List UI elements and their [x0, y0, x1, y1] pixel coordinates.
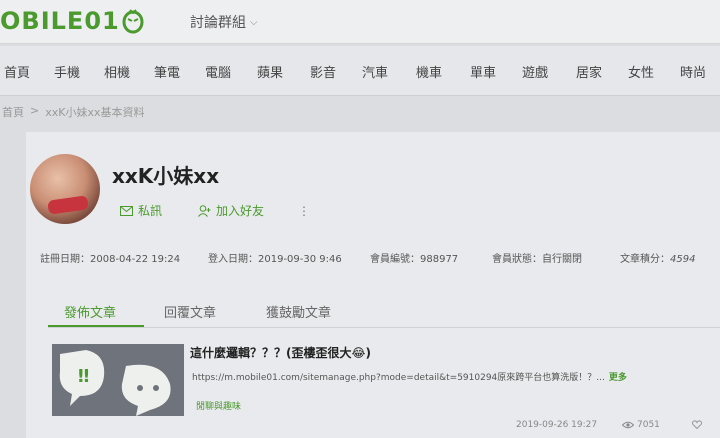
forum-groups-dropdown[interactable]: 討論群組 ⌵ [190, 12, 258, 32]
nav-item-laptop[interactable]: 筆電 [154, 62, 180, 81]
post-thumbnail[interactable]: ‼ [52, 344, 184, 416]
post-title[interactable]: 這什麼邏輯？？？(歪樓歪很大😂) [190, 344, 371, 361]
score-label: 文章積分： [620, 254, 670, 265]
eye-icon [622, 421, 634, 429]
tab-replied-articles[interactable]: 回覆文章 [164, 302, 216, 321]
logo-text: OBILE01 [0, 7, 120, 35]
nav-item-pc[interactable]: 電腦 [205, 62, 231, 81]
chevron-down-icon: ⌵ [250, 16, 258, 28]
tab-posted-articles[interactable]: 發佈文章 [64, 302, 116, 321]
tab-encouraged-articles[interactable]: 獲鼓勵文章 [266, 302, 331, 321]
post-likes [692, 420, 702, 429]
nav-item-women[interactable]: 女性 [628, 62, 654, 81]
post-excerpt-text: https://m.mobile01.com/sitemanage.php?mo… [192, 373, 605, 383]
breadcrumb: 首頁 > xxK小妹xx基本資料 [2, 104, 144, 120]
forum-groups-label: 討論群組 [190, 15, 246, 31]
add-user-icon [198, 204, 211, 217]
breadcrumb-separator: > [30, 104, 40, 117]
nav-item-apple[interactable]: 蘋果 [257, 62, 283, 81]
heart-icon [692, 420, 702, 429]
message-button[interactable]: 私訊 [120, 202, 162, 219]
more-options-icon[interactable]: ⋮ [298, 204, 310, 218]
add-friend-label: 加入好友 [216, 204, 265, 218]
nav-item-camera[interactable]: 相機 [104, 62, 130, 81]
member-stats: 註冊日期：2008-04-22 19:24 登入日期：2019-09-30 9:… [40, 250, 720, 268]
article-score: 文章積分：4594 [620, 250, 695, 265]
svg-text:‼: ‼ [78, 366, 89, 387]
post-category-tag[interactable]: 閒聊與趣味 [196, 399, 241, 412]
nav-item-car[interactable]: 汽車 [362, 62, 388, 81]
site-logo[interactable]: OBILE01 [0, 6, 144, 36]
profile-username: xxK小妹xx [112, 164, 220, 188]
breadcrumb-current: xxK小妹xx基本資料 [45, 106, 145, 119]
post-more-link[interactable]: 更多 [609, 373, 627, 383]
message-label: 私訊 [138, 204, 163, 218]
nav-item-home-living[interactable]: 居家 [576, 62, 602, 81]
post-excerpt: https://m.mobile01.com/sitemanage.php?mo… [192, 370, 627, 383]
member-id: 會員編號：988977 [370, 254, 459, 265]
nav-item-phone[interactable]: 手機 [54, 62, 80, 81]
member-status: 會員狀態：自行關閉 [492, 254, 582, 265]
avatar[interactable] [30, 154, 100, 224]
category-nav: 首頁 手機 相機 筆電 電腦 蘋果 影音 汽車 機車 單車 遊戲 居家 女性 時… [0, 46, 720, 96]
active-tab-indicator [48, 325, 144, 327]
mail-icon [120, 205, 133, 216]
register-date: 註冊日期：2008-04-22 19:24 [40, 254, 181, 265]
post-views: 7051 [622, 420, 660, 430]
nav-item-moto[interactable]: 機車 [416, 62, 442, 81]
logo-eye-icon [122, 9, 144, 34]
login-date: 登入日期：2019-09-30 9:46 [208, 254, 342, 265]
post-views-count: 7051 [637, 420, 660, 430]
nav-item-bike[interactable]: 單車 [470, 62, 496, 81]
chat-bubbles-icon: ‼ [52, 344, 184, 416]
article-tabs: 發佈文章 回覆文章 獲鼓勵文章 [48, 298, 720, 328]
nav-item-fashion[interactable]: 時尚 [680, 62, 706, 81]
nav-item-home[interactable]: 首頁 [4, 62, 30, 81]
nav-item-av[interactable]: 影音 [310, 62, 336, 81]
avatar-detail [47, 195, 89, 215]
post-date: 2019-09-26 19:27 [516, 420, 598, 430]
add-friend-button[interactable]: 加入好友 [198, 202, 264, 219]
score-value: 4594 [670, 254, 696, 265]
site-header: OBILE01 討論群組 ⌵ [0, 0, 720, 44]
breadcrumb-home[interactable]: 首頁 [2, 104, 24, 120]
nav-item-game[interactable]: 遊戲 [522, 62, 548, 81]
